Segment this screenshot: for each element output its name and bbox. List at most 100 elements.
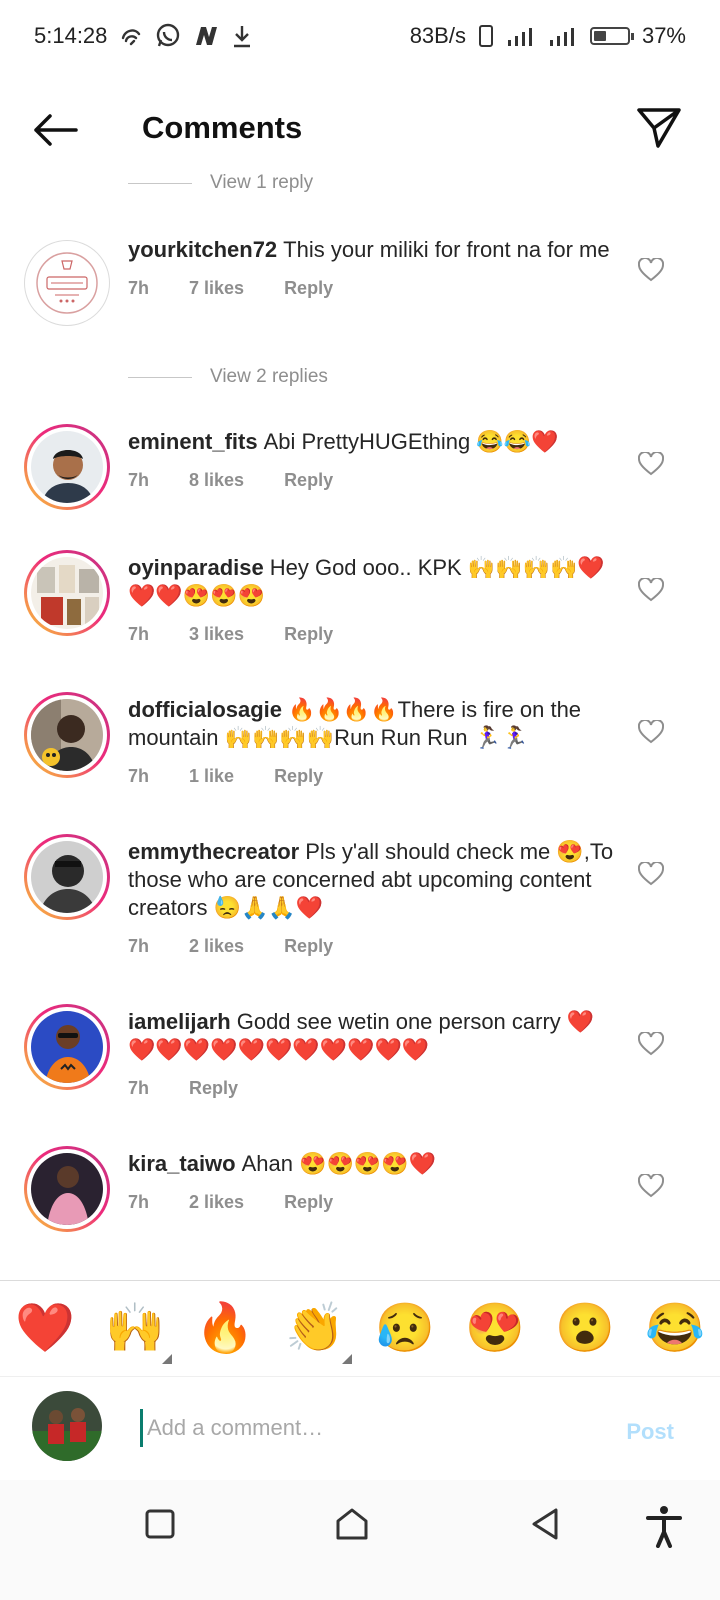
view-replies-button[interactable]: View 2 replies: [128, 366, 328, 388]
like-button[interactable]: [637, 1030, 665, 1056]
reply-button[interactable]: Reply: [284, 470, 333, 491]
n-app-icon: [196, 27, 218, 45]
woman-photo: [31, 1153, 103, 1225]
comment-composer: Post: [0, 1376, 720, 1481]
avatar[interactable]: [24, 240, 110, 326]
comment-time: 7h: [128, 470, 150, 490]
comment-time: 7h: [128, 1192, 150, 1212]
divider: [128, 376, 192, 378]
comment-likes[interactable]: 8 likes: [189, 470, 244, 491]
post-button[interactable]: Post: [626, 1419, 674, 1445]
reaction-heart-eyes[interactable]: 😍: [464, 1298, 526, 1360]
reply-button[interactable]: Reply: [284, 1192, 333, 1213]
battery-icon: [589, 27, 634, 45]
view-replies-label: View 1 reply: [210, 172, 314, 193]
reaction-clap[interactable]: 👏: [284, 1298, 352, 1364]
arrow-left-icon: [34, 114, 78, 146]
reply-button[interactable]: Reply: [274, 766, 323, 787]
comment-likes[interactable]: 2 likes: [189, 1192, 244, 1213]
back-button[interactable]: [30, 110, 80, 150]
hotspot-icon: [122, 29, 141, 46]
heart-icon: [637, 718, 665, 744]
share-button[interactable]: [636, 104, 682, 150]
reaction-surprised[interactable]: 😮: [554, 1298, 616, 1360]
accessibility-icon: [646, 1506, 682, 1548]
skin-tone-indicator: [342, 1353, 352, 1364]
status-time: 5:14:28: [34, 23, 108, 48]
avatar[interactable]: [24, 424, 110, 510]
reaction-heart[interactable]: ❤️: [14, 1298, 76, 1360]
status-bar: 5:14:28 83B/s 37%: [0, 0, 720, 72]
signal-icon: [507, 28, 532, 46]
like-button[interactable]: [637, 576, 665, 602]
square-icon: [145, 1509, 175, 1539]
comment-likes[interactable]: 1 like: [189, 766, 234, 787]
heart-icon: [637, 450, 665, 476]
home-button[interactable]: [332, 1504, 372, 1544]
comment-username[interactable]: yourkitchen72: [128, 237, 277, 262]
avatar[interactable]: [24, 550, 110, 636]
comment-likes[interactable]: 7 likes: [189, 278, 244, 299]
reply-button[interactable]: Reply: [189, 1078, 238, 1099]
download-icon: [234, 26, 251, 48]
paper-plane-icon: [637, 108, 681, 148]
comment-likes[interactable]: 2 likes: [189, 936, 244, 957]
reaction-laughing[interactable]: 😂: [644, 1298, 706, 1360]
reaction-glyph: 🙌: [105, 1301, 165, 1355]
avatar[interactable]: [24, 834, 110, 920]
comment-time: 7h: [128, 624, 150, 644]
reaction-sad[interactable]: 😥: [374, 1298, 436, 1360]
avatar: [32, 1391, 102, 1461]
back-nav-button[interactable]: [526, 1504, 566, 1544]
comment-time: 7h: [128, 1078, 150, 1098]
comment-list[interactable]: View 1 reply yourkitchen72 This your mili…: [0, 172, 720, 1280]
reply-button[interactable]: Reply: [284, 624, 333, 645]
like-button[interactable]: [637, 450, 665, 476]
like-button[interactable]: [637, 256, 665, 282]
comment-text: Abi PrettyHUGEthing 😂😂❤️: [263, 429, 559, 454]
products-photo: [31, 557, 103, 629]
comment-input[interactable]: [140, 1409, 589, 1447]
view-replies-button[interactable]: View 1 reply: [128, 172, 313, 194]
like-button[interactable]: [637, 860, 665, 886]
comment-username[interactable]: oyinparadise: [128, 555, 264, 580]
heart-icon: [637, 1172, 665, 1198]
cartoon-man: [31, 431, 103, 503]
home-icon: [336, 1508, 368, 1540]
comment-username[interactable]: emmythecreator: [128, 839, 299, 864]
comment-time: 7h: [128, 278, 150, 298]
heart-icon: [637, 576, 665, 602]
heart-icon: [637, 256, 665, 282]
quick-reactions-bar: ❤️ 🙌 🔥 👏 😥 😍 😮 😂: [0, 1280, 720, 1376]
accessibility-button[interactable]: [644, 1504, 684, 1548]
comment-username[interactable]: dofficialosagie: [128, 697, 282, 722]
avatar[interactable]: [24, 1004, 110, 1090]
reaction-fire[interactable]: 🔥: [194, 1298, 256, 1360]
kitchen-logo: [25, 241, 109, 325]
page-title: Comments: [142, 110, 303, 145]
triangle-back-icon: [532, 1508, 558, 1540]
view-replies-label: View 2 replies: [210, 366, 328, 387]
heart-icon: [637, 860, 665, 886]
reply-button[interactable]: Reply: [284, 936, 333, 957]
comment-username[interactable]: eminent_fits: [128, 429, 258, 454]
like-button[interactable]: [637, 1172, 665, 1198]
reaction-raised-hands[interactable]: 🙌: [104, 1298, 172, 1364]
avatar[interactable]: [24, 1146, 110, 1232]
man-photo: [31, 699, 103, 771]
reply-button[interactable]: Reply: [284, 278, 333, 299]
comment-likes[interactable]: 3 likes: [189, 624, 244, 645]
like-button[interactable]: [637, 718, 665, 744]
vibrate-icon: [478, 25, 493, 47]
comment-username[interactable]: iamelijarh: [128, 1009, 231, 1034]
bw-portrait: [31, 841, 103, 913]
cartoon-pumpkin: [31, 1011, 103, 1083]
avatar[interactable]: [24, 692, 110, 778]
comment-time: 7h: [128, 766, 150, 786]
recents-button[interactable]: [140, 1504, 180, 1544]
divider: [128, 182, 192, 184]
comment-text: This your miliki for front na for me: [283, 237, 610, 262]
reaction-glyph: 👏: [285, 1301, 345, 1355]
comment-time: 7h: [128, 936, 150, 956]
comment-username[interactable]: kira_taiwo: [128, 1151, 236, 1176]
